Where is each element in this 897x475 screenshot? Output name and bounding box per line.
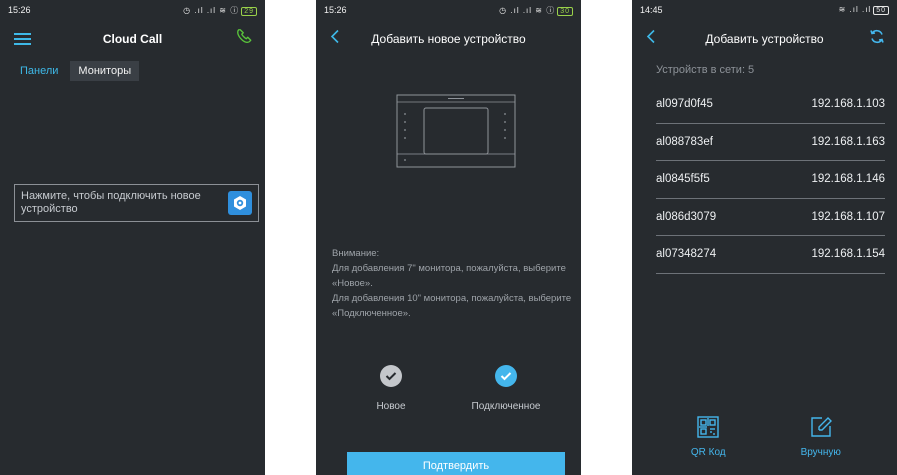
device-ip: 192.168.1.163: [811, 135, 885, 148]
add-device-icon: [228, 191, 252, 215]
option-new[interactable]: Новое: [336, 365, 446, 412]
phone-screen-device-list: 14:45 ≋ .ıl .ıl 50 Добавить устройство Ус…: [632, 0, 897, 475]
device-id: al0845f5f5: [656, 173, 710, 186]
battery-icon: 29: [241, 6, 257, 16]
tab-panels[interactable]: Панели: [12, 61, 66, 81]
device-id: al086d3079: [656, 210, 717, 223]
qr-code-label: QR Код: [690, 447, 726, 458]
device-ip: 192.168.1.107: [811, 210, 885, 223]
device-ip: 192.168.1.154: [811, 248, 885, 261]
status-bar: 14:45 ≋ .ıl .ıl 50: [632, 0, 897, 20]
status-bar: 15:26 ◷ .ıl .ıl ≋ ⓘ 29: [0, 0, 265, 20]
status-icons: ≋ .ıl .ıl 50: [839, 5, 889, 15]
device-row[interactable]: al0845f5f5 192.168.1.146: [656, 161, 885, 199]
app-title: Cloud Call: [102, 32, 163, 46]
battery-icon: 30: [557, 6, 573, 16]
connect-device-label: Нажмите, чтобы подключить новое устройст…: [21, 190, 201, 215]
option-connected[interactable]: Подключенное: [451, 365, 561, 412]
refresh-icon[interactable]: [869, 29, 885, 50]
qr-code-button[interactable]: QR Код: [668, 416, 748, 458]
connect-device-button[interactable]: Нажмите, чтобы подключить новое устройст…: [14, 184, 259, 222]
app-bar: Cloud Call: [0, 20, 265, 58]
manual-entry-button[interactable]: Вручную: [781, 416, 861, 458]
unselected-check-icon: [380, 365, 402, 387]
option-new-label: Новое: [376, 401, 406, 412]
status-icons: ◷ .ıl .ıl ≋ ⓘ 29: [183, 5, 257, 16]
notice-text: Внимание: Для добавления 7" монитора, по…: [332, 246, 572, 321]
tab-bar: Панели Мониторы: [0, 58, 265, 84]
status-bar: 15:26 ◷ .ıl .ıl ≋ ⓘ 30: [316, 0, 581, 20]
monitor-illustration: [396, 94, 516, 176]
page-title: Добавить устройство: [705, 32, 824, 46]
app-bar: Добавить устройство: [632, 20, 897, 58]
device-row[interactable]: al07348274 192.168.1.154: [656, 236, 885, 274]
manual-entry-label: Вручную: [800, 447, 841, 458]
devices-count: Устройств в сети: 5: [656, 64, 755, 76]
device-id: al07348274: [656, 248, 717, 261]
phone-call-icon[interactable]: [235, 28, 253, 51]
qr-code-icon: [697, 416, 719, 442]
device-id: al097d0f45: [656, 98, 713, 111]
selected-check-icon: [495, 365, 517, 387]
phone-screen-cloud-call: 15:26 ◷ .ıl .ıl ≋ ⓘ 29 Cloud Call Панели …: [0, 0, 265, 475]
battery-icon: 50: [873, 6, 889, 15]
notice-line-7-inch: Для добавления 7" монитора, пожалуйста, …: [332, 263, 566, 289]
device-row[interactable]: al088783ef 192.168.1.163: [656, 124, 885, 161]
back-arrow-icon[interactable]: [330, 29, 340, 50]
bottom-actions: QR Код Вручную: [632, 416, 897, 458]
tab-monitors[interactable]: Мониторы: [70, 61, 140, 81]
status-time: 15:26: [324, 5, 347, 15]
option-connected-label: Подключенное: [471, 401, 541, 412]
status-icons: ◷ .ıl .ıl ≋ ⓘ 30: [499, 5, 573, 16]
notice-heading: Внимание:: [332, 248, 380, 259]
page-title: Добавить новое устройство: [371, 32, 526, 46]
device-row[interactable]: al097d0f45 192.168.1.103: [656, 86, 885, 124]
device-list: al097d0f45 192.168.1.103 al088783ef 192.16…: [632, 86, 897, 274]
confirm-button[interactable]: Подтвердить: [347, 452, 565, 475]
status-time: 15:26: [8, 5, 31, 15]
phone-screen-add-new-device: 15:26 ◷ .ıl .ıl ≋ ⓘ 30 Добавить новое уст…: [316, 0, 581, 475]
device-id: al088783ef: [656, 135, 713, 148]
status-time: 14:45: [640, 5, 663, 15]
app-bar: Добавить новое устройство: [316, 20, 581, 58]
menu-icon[interactable]: [14, 30, 31, 48]
edit-icon: [810, 417, 832, 442]
notice-line-10-inch: Для добавления 10" монитора, пожалуйста,…: [332, 293, 572, 319]
device-ip: 192.168.1.103: [811, 98, 885, 111]
device-ip: 192.168.1.146: [811, 173, 885, 186]
device-row[interactable]: al086d3079 192.168.1.107: [656, 199, 885, 236]
back-arrow-icon[interactable]: [646, 29, 656, 50]
